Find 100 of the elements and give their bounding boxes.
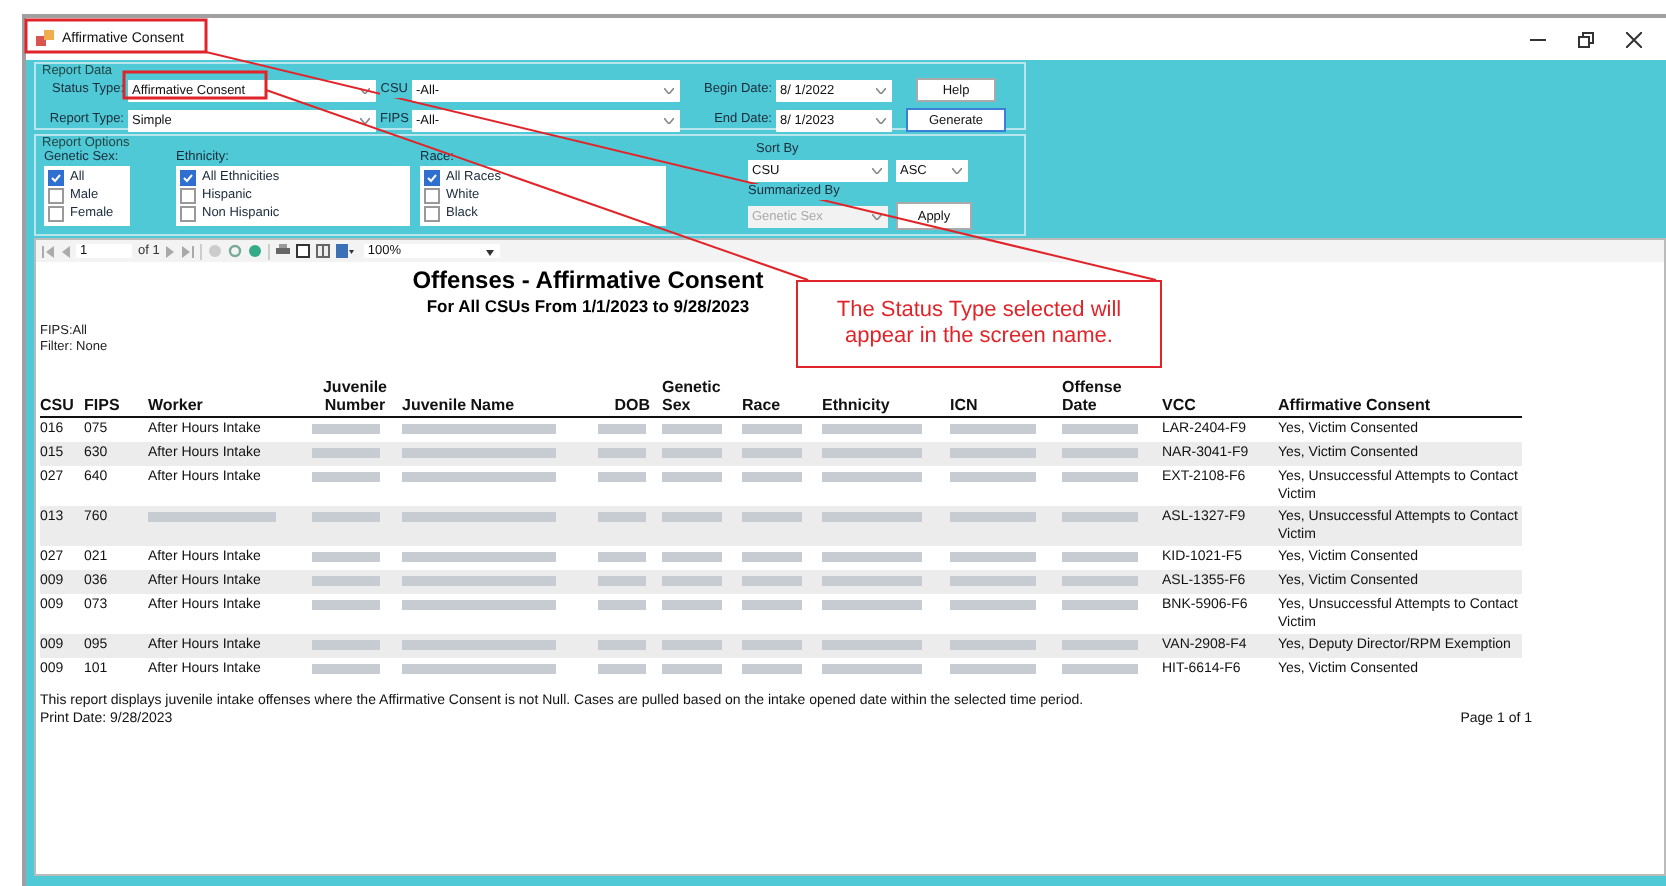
redacted-block — [1062, 664, 1139, 674]
column-header: Affirmative Consent — [1278, 378, 1522, 417]
redacted-block — [1062, 576, 1139, 586]
redacted-block — [598, 552, 646, 562]
caret-icon — [876, 117, 886, 123]
column-header: DOB — [598, 378, 662, 417]
redacted-block — [148, 512, 276, 522]
redacted-block — [312, 600, 381, 610]
redacted-block — [662, 512, 723, 522]
checkbox[interactable] — [48, 205, 64, 221]
column-header: Race — [742, 378, 822, 417]
redacted-block — [950, 512, 1037, 522]
redacted-block — [950, 664, 1037, 674]
redacted-block — [742, 424, 803, 434]
redacted-block — [662, 664, 723, 674]
redacted-block — [1062, 472, 1139, 482]
redacted-block — [822, 424, 922, 434]
redacted-block — [1062, 512, 1139, 522]
caret-icon — [876, 87, 886, 93]
column-header: Juvenile Name — [402, 378, 598, 417]
redacted-block — [598, 448, 646, 458]
last-page-icon[interactable] — [181, 245, 194, 257]
redacted-block — [822, 448, 922, 458]
restore-icon[interactable] — [1578, 31, 1594, 47]
column-header: VCC — [1162, 378, 1278, 417]
redacted-block — [312, 448, 381, 458]
caret-icon — [952, 168, 962, 174]
redacted-block — [950, 640, 1037, 650]
redacted-block — [312, 664, 381, 674]
redacted-block — [598, 424, 646, 434]
redacted-block — [742, 552, 803, 562]
redacted-block — [742, 512, 803, 522]
caret-icon — [485, 250, 494, 256]
checkbox[interactable] — [180, 187, 196, 203]
redacted-block — [950, 424, 1037, 434]
redacted-block — [598, 640, 646, 650]
redacted-block — [742, 472, 803, 482]
redacted-block — [662, 552, 723, 562]
checkbox[interactable] — [180, 205, 196, 221]
redacted-block — [598, 512, 646, 522]
checkbox[interactable] — [424, 205, 440, 221]
caret-icon — [664, 87, 674, 93]
redacted-block — [742, 600, 803, 610]
redacted-block — [312, 472, 381, 482]
redacted-block — [742, 664, 803, 674]
checkbox[interactable] — [424, 169, 440, 185]
next-page-icon[interactable] — [165, 245, 176, 257]
redacted-block — [822, 664, 922, 674]
redacted-block — [598, 576, 646, 586]
redacted-block — [950, 576, 1037, 586]
redacted-block — [1062, 552, 1139, 562]
redacted-block — [950, 448, 1037, 458]
caret-icon — [360, 117, 370, 123]
redacted-block — [312, 552, 381, 562]
redacted-block — [598, 600, 646, 610]
redacted-block — [822, 512, 922, 522]
caret-icon — [872, 168, 882, 174]
report-subtitle: For All CSUs From 1/1/2023 to 9/28/2023 — [426, 296, 750, 316]
redacted-block — [1062, 640, 1139, 650]
redacted-block — [822, 576, 922, 586]
redacted-block — [822, 552, 922, 562]
redacted-block — [742, 576, 803, 586]
report-title: Offenses - Affirmative Consent — [412, 266, 764, 294]
redacted-block — [312, 512, 381, 522]
redacted-block — [312, 576, 381, 586]
redacted-block — [950, 600, 1037, 610]
checkbox[interactable] — [48, 187, 64, 203]
caret-icon — [360, 87, 370, 93]
column-header: FIPS — [84, 378, 148, 417]
callout-note: The Status Type selected will appear in the screen name. — [796, 280, 1162, 368]
checkbox[interactable] — [424, 187, 440, 203]
checkbox[interactable] — [180, 169, 196, 185]
redacted-block — [662, 448, 723, 458]
redacted-block — [662, 472, 723, 482]
redacted-block — [1062, 448, 1139, 458]
checkbox[interactable] — [48, 169, 64, 185]
column-header: Ethnicity — [822, 378, 950, 417]
page-layout-icon[interactable] — [295, 244, 310, 258]
column-header: Juvenile Number — [312, 378, 402, 417]
page-setup-icon[interactable] — [315, 244, 330, 258]
redacted-block — [950, 472, 1037, 482]
redacted-block — [662, 424, 723, 434]
redacted-block — [662, 640, 723, 650]
print-icon[interactable] — [275, 244, 290, 258]
redacted-block — [742, 448, 803, 458]
redacted-block — [950, 552, 1037, 562]
redacted-block — [1062, 600, 1139, 610]
redacted-block — [822, 472, 922, 482]
caret-icon — [872, 213, 882, 219]
redacted-block — [1062, 424, 1139, 434]
redacted-block — [312, 424, 381, 434]
redacted-block — [822, 600, 922, 610]
column-header: Genetic Sex — [662, 378, 742, 417]
first-page-icon[interactable] — [42, 245, 54, 257]
redacted-block — [662, 600, 723, 610]
caret-icon — [664, 117, 674, 123]
previous-page-icon[interactable] — [60, 245, 70, 257]
app-icon — [36, 30, 54, 48]
close-icon[interactable] — [1626, 31, 1642, 47]
column-header: Offense Date — [1062, 378, 1162, 417]
